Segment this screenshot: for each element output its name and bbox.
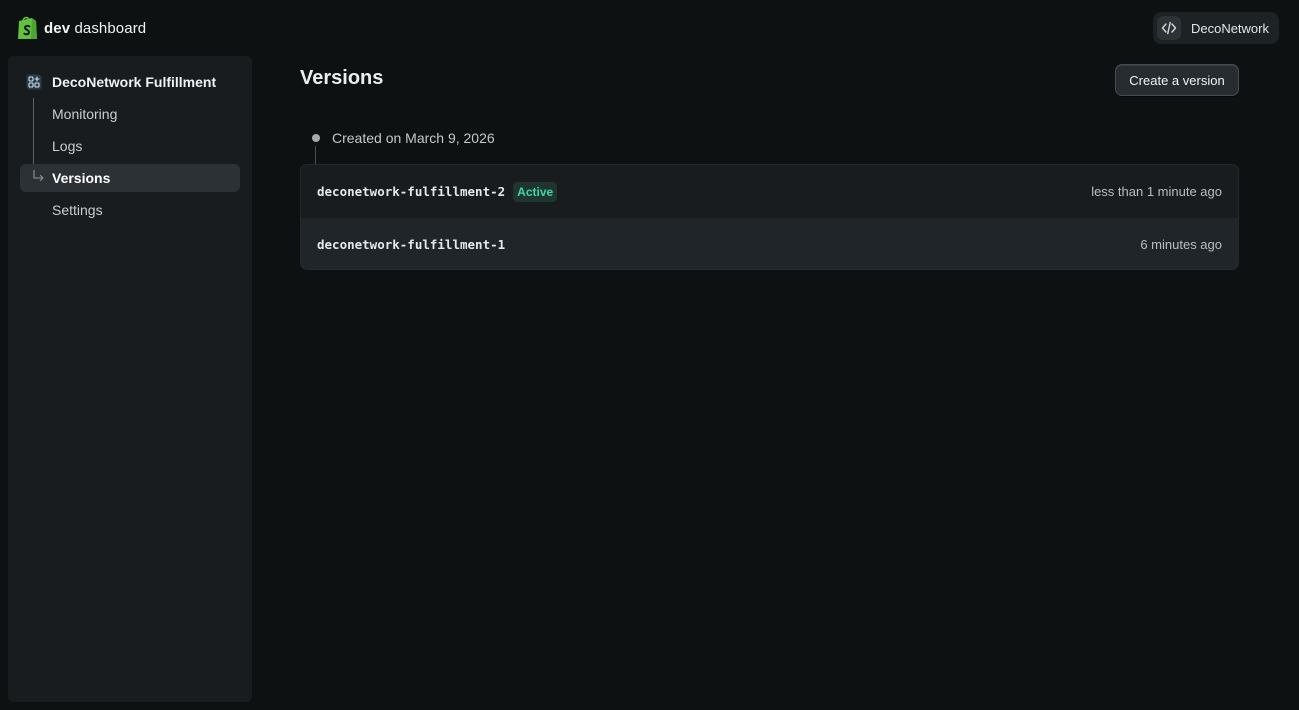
brand-text: dev dashboard [44,20,146,37]
sidebar-item-label: Monitoring [52,106,118,122]
page-title: Versions [300,67,384,89]
app-header[interactable]: DecoNetwork Fulfillment [26,73,216,91]
app-title: DecoNetwork Fulfillment [52,74,217,90]
top-bar: dev dashboard DecoNetwork [0,0,1299,56]
code-icon [1156,16,1181,40]
brand-bold-text: dev [44,19,71,37]
status-badge: Active [513,181,558,202]
org-name: DecoNetwork [1190,20,1269,36]
version-row[interactable]: deconetwork-fulfillment-1 6 minutes ago [301,218,1238,269]
sidebar-item-label: Logs [52,138,83,154]
version-row[interactable]: deconetwork-fulfillment-2 Active less th… [301,165,1238,218]
timeline-line [315,146,316,164]
brand-link[interactable]: dev dashboard [16,15,146,41]
arrow-turn-right-icon [33,170,44,182]
versions-list: deconetwork-fulfillment-2 Active less th… [300,164,1239,270]
sidebar-item-versions[interactable]: Versions [20,164,240,192]
shopify-bag-icon [18,16,37,39]
timeline-dot [312,134,320,142]
sidebar-item-label: Settings [52,202,103,218]
version-name: deconetwork-fulfillment-2 [317,184,506,199]
sidebar: DecoNetwork Fulfillment Monitoring Logs … [8,56,252,702]
org-switcher-button[interactable]: DecoNetwork [1152,12,1279,44]
version-time: less than 1 minute ago [1091,184,1222,199]
create-version-button[interactable]: Create a version [1115,64,1239,96]
version-name: deconetwork-fulfillment-1 [317,237,506,252]
sidebar-item-monitoring[interactable]: Monitoring [20,100,240,128]
brand-rest-text: dashboard [74,19,147,37]
sidebar-item-label: Versions [52,170,111,186]
created-date-label: Created on March 9, 2026 [332,130,495,146]
app-grid-icon [26,74,42,90]
sidebar-item-settings[interactable]: Settings [20,196,240,224]
sidebar-item-logs[interactable]: Logs [20,132,240,160]
version-time: 6 minutes ago [1140,237,1222,252]
